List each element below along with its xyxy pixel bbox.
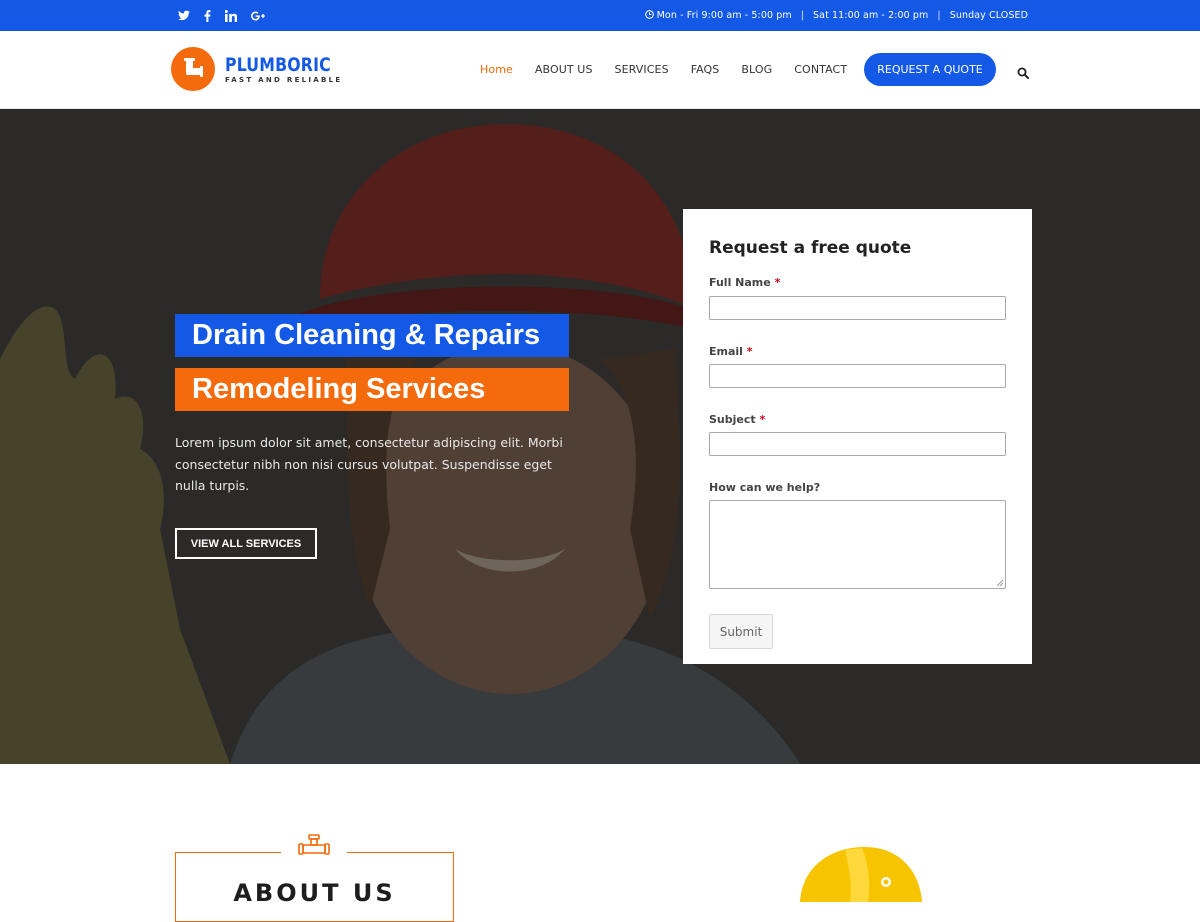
nav-services[interactable]: SERVICES <box>615 63 669 76</box>
resize-handle-icon[interactable] <box>996 579 1004 587</box>
help-label: How can we help? <box>709 481 821 494</box>
nav-home[interactable]: Home <box>480 63 513 76</box>
full-name-label: Full Name * <box>709 276 780 289</box>
hours-separator: | <box>800 10 805 21</box>
nav-contact[interactable]: CONTACT <box>794 63 847 76</box>
hours-separator: | <box>937 10 941 21</box>
required-mark: * <box>774 276 781 289</box>
form-title: Request a free quote <box>709 238 912 258</box>
full-name-label-text: Full Name <box>709 276 771 289</box>
logo-tagline: FAST AND RELIABLE <box>225 75 343 84</box>
google-plus-icon[interactable] <box>251 10 265 21</box>
submit-button[interactable]: Submit <box>709 614 773 649</box>
email-label: Email * <box>709 345 753 358</box>
nav-about-us[interactable]: ABOUT US <box>535 63 593 76</box>
nav-blog[interactable]: BLOG <box>741 63 772 76</box>
required-mark: * <box>746 345 753 358</box>
linkedin-icon[interactable] <box>225 9 237 22</box>
business-hours: Mon - Fri 9:00 am - 5:00 pm | Sat 11:00 … <box>644 0 1028 31</box>
logo-name: PLUMBORIC <box>225 53 331 76</box>
top-bar: Mon - Fri 9:00 am - 5:00 pm | Sat 11:00 … <box>0 0 1200 31</box>
hero-headline-2: Remodeling Services <box>175 368 569 411</box>
pipe-logo-icon <box>171 47 215 91</box>
main-nav: Home ABOUT US SERVICES FAQS BLOG CONTACT <box>480 31 869 108</box>
subject-label: Subject * <box>709 413 765 426</box>
full-name-field[interactable] <box>709 296 1006 320</box>
subject-label-text: Subject <box>709 413 756 426</box>
site-logo[interactable]: PLUMBORIC FAST AND RELIABLE <box>171 47 343 91</box>
request-quote-button[interactable]: REQUEST A QUOTE <box>864 53 996 86</box>
hero-section: Drain Cleaning & Repairs Remodeling Serv… <box>0 109 1200 764</box>
help-textarea[interactable] <box>709 500 1006 589</box>
required-mark: * <box>759 413 766 426</box>
view-all-services-button[interactable]: VIEW ALL SERVICES <box>175 528 317 559</box>
facebook-icon[interactable] <box>204 9 211 22</box>
quote-form: Request a free quote Full Name * Email *… <box>683 209 1032 664</box>
hours-saturday: Sat 11:00 am - 2:00 pm <box>813 10 929 21</box>
email-field[interactable] <box>709 364 1006 388</box>
nav-faqs[interactable]: FAQS <box>691 63 720 76</box>
hours-sunday: Sunday CLOSED <box>949 10 1028 21</box>
hero-description: Lorem ipsum dolor sit amet, consectetur … <box>175 435 563 493</box>
twitter-icon[interactable] <box>178 10 190 21</box>
about-title: ABOUT US <box>233 879 396 907</box>
hero-headline-1: Drain Cleaning & Repairs <box>175 314 569 357</box>
hours-weekday: Mon - Fri 9:00 am - 5:00 pm <box>656 10 792 21</box>
logo-text: PLUMBORIC FAST AND RELIABLE <box>225 55 343 84</box>
social-links <box>178 0 265 31</box>
search-icon[interactable] <box>1017 64 1029 83</box>
subject-field[interactable] <box>709 432 1006 456</box>
clock-icon <box>644 9 654 22</box>
pipe-fitting-icon <box>297 834 331 864</box>
hard-hat-icon <box>790 842 930 906</box>
email-label-text: Email <box>709 345 743 358</box>
site-header: PLUMBORIC FAST AND RELIABLE Home ABOUT U… <box>0 31 1200 109</box>
